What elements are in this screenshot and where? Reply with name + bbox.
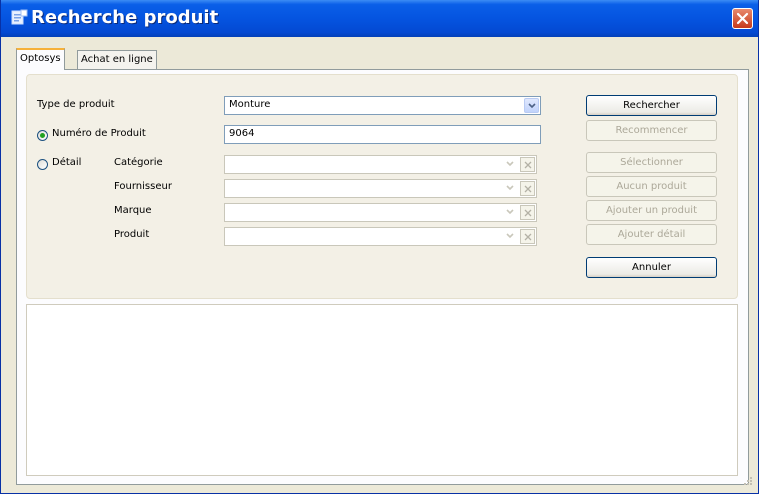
dialog-client-area: Optosys Achat en ligne Type de produit M… [4, 37, 755, 491]
annuler-button[interactable]: Annuler [586, 257, 717, 278]
search-criteria-group: Type de produit Monture Numéro de Produi… [26, 74, 738, 299]
chevron-down-icon[interactable] [503, 229, 518, 244]
clear-icon[interactable] [520, 205, 535, 220]
rechercher-button[interactable]: Rechercher [586, 95, 717, 116]
radio-selected-dot [40, 133, 45, 138]
tab-optosys-label: Optosys [20, 53, 61, 64]
chevron-down-icon[interactable] [503, 205, 518, 220]
app-window-icon [11, 9, 28, 26]
recommencer-button[interactable]: Recommencer [586, 120, 717, 141]
numero-produit-input[interactable]: 9064 [224, 125, 541, 144]
recherche-produit-window: Recherche produit Optosys Achat en ligne… [0, 0, 759, 494]
resize-grip-icon[interactable] [742, 475, 752, 488]
type-produit-select[interactable]: Monture [224, 96, 541, 115]
numero-produit-label: Numéro de Produit [52, 128, 146, 139]
tab-achat-en-ligne[interactable]: Achat en ligne [77, 50, 157, 69]
detail-radio[interactable] [37, 159, 48, 170]
produit-label: Produit [114, 229, 150, 240]
produit-select[interactable] [224, 227, 537, 246]
selectionner-button[interactable]: Sélectionner [586, 152, 717, 173]
fournisseur-label: Fournisseur [114, 181, 172, 192]
marque-select[interactable] [224, 203, 537, 222]
marque-label: Marque [114, 205, 152, 216]
clear-icon[interactable] [520, 157, 535, 172]
fournisseur-select[interactable] [224, 179, 537, 198]
tab-panel-optosys: Type de produit Monture Numéro de Produi… [16, 69, 749, 485]
tab-achat-en-ligne-label: Achat en ligne [81, 54, 153, 65]
categorie-select[interactable] [224, 155, 537, 174]
window-title: Recherche produit [31, 7, 219, 28]
chevron-down-icon[interactable] [503, 157, 518, 172]
detail-label: Détail [52, 157, 82, 168]
ajouter-un-produit-button[interactable]: Ajouter un produit [586, 200, 717, 221]
chevron-down-icon[interactable] [524, 98, 539, 113]
numero-produit-value: 9064 [229, 128, 255, 139]
clear-icon[interactable] [520, 181, 535, 196]
numero-produit-radio[interactable] [37, 130, 48, 141]
type-produit-value: Monture [229, 99, 271, 110]
aucun-produit-button[interactable]: Aucun produit [586, 176, 717, 197]
clear-icon[interactable] [520, 229, 535, 244]
chevron-down-icon[interactable] [503, 181, 518, 196]
ajouter-detail-button[interactable]: Ajouter détail [586, 224, 717, 245]
close-button[interactable] [732, 8, 753, 29]
type-produit-label: Type de produit [37, 99, 115, 110]
tab-optosys[interactable]: Optosys [16, 48, 65, 70]
categorie-label: Catégorie [114, 157, 163, 168]
results-list[interactable] [26, 304, 738, 476]
title-bar[interactable]: Recherche produit [1, 0, 758, 37]
